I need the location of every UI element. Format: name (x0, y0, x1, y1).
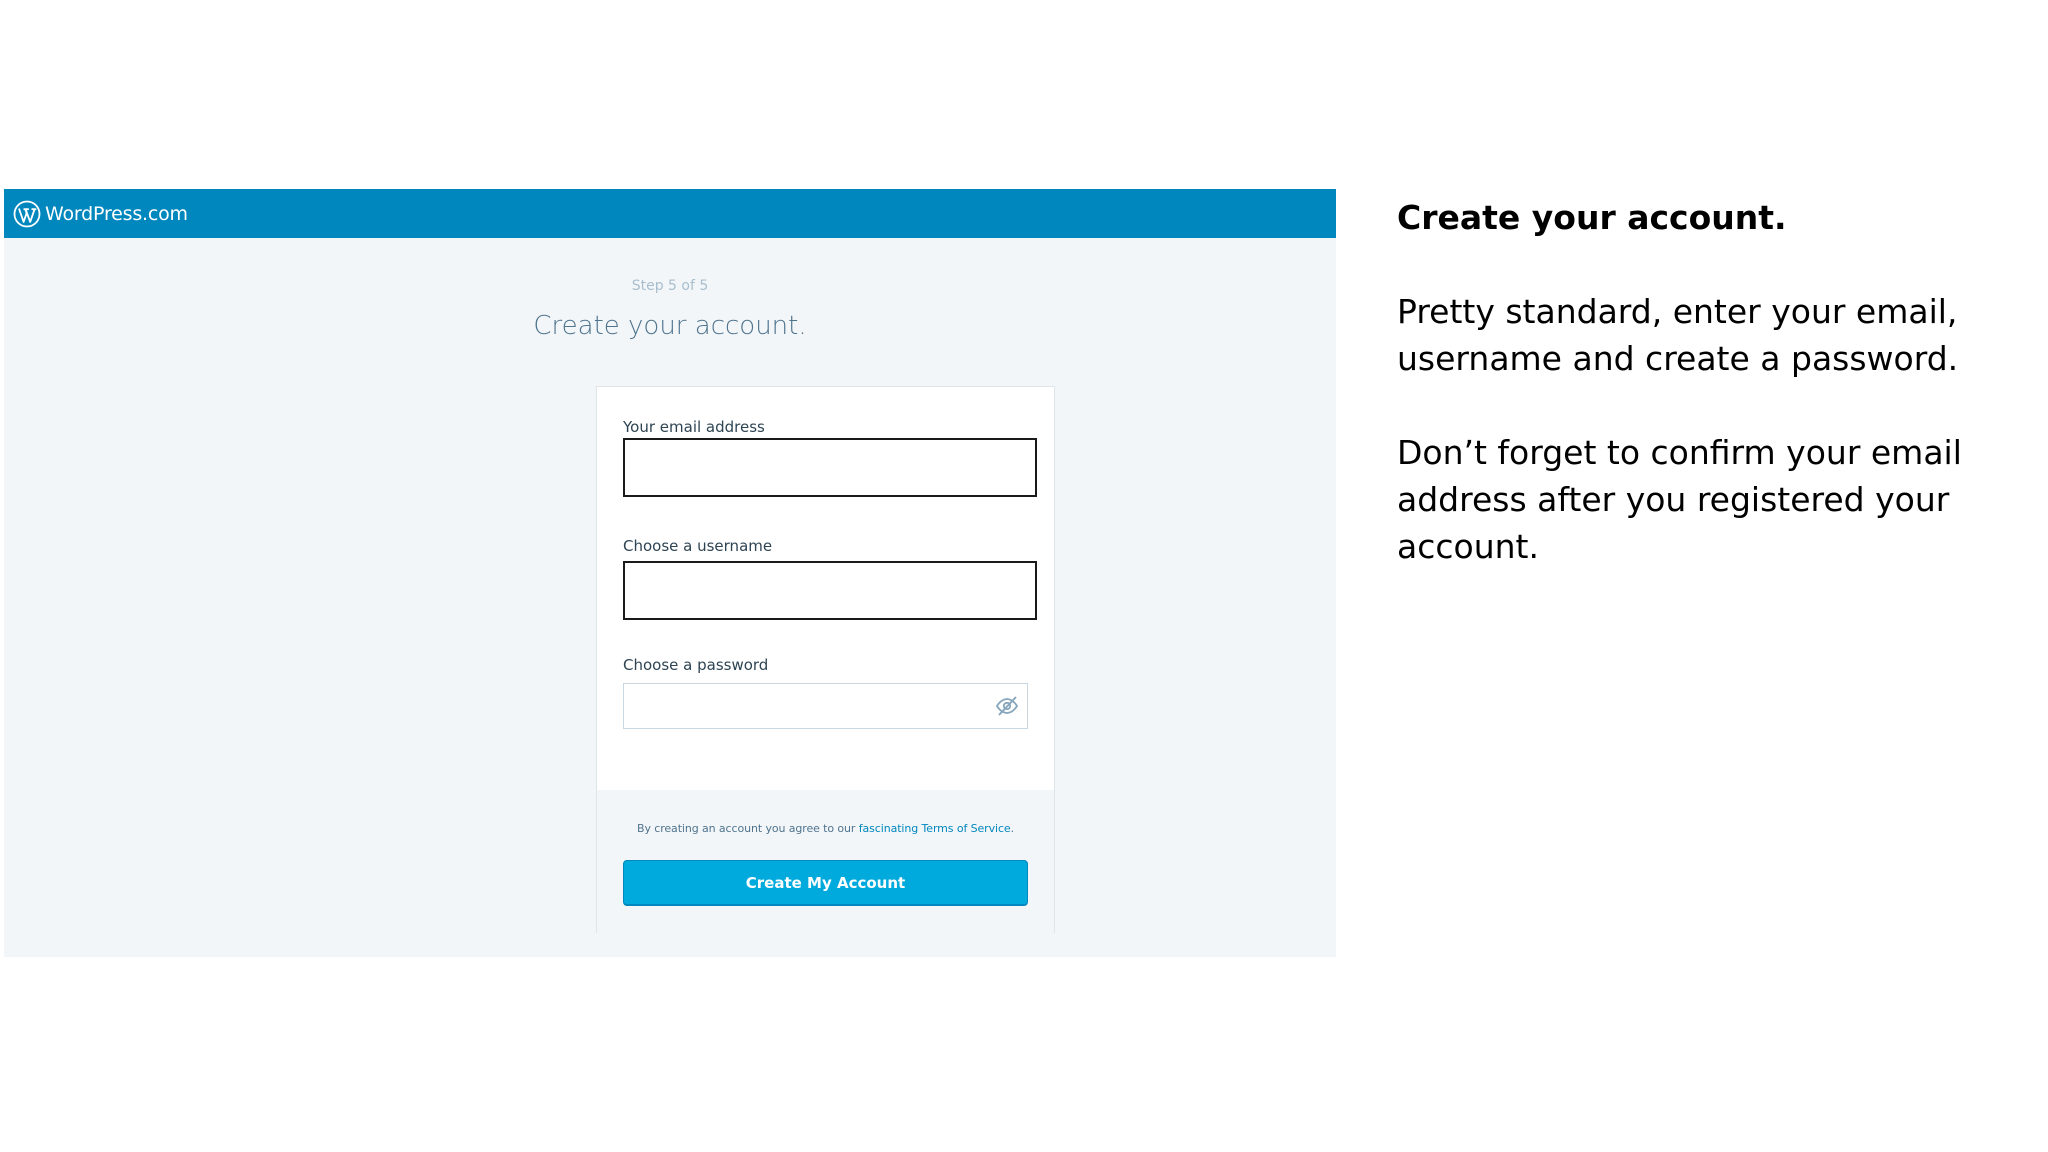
password-label: Choose a password (623, 656, 769, 674)
password-field[interactable] (624, 684, 1027, 728)
brand-name[interactable]: WordPress.com (45, 203, 188, 225)
username-label: Choose a username (623, 537, 773, 555)
email-field-wrapper (623, 438, 1037, 497)
eye-slash-icon[interactable] (995, 695, 1019, 717)
username-field-wrapper (623, 561, 1037, 620)
terms-suffix: . (1010, 822, 1015, 835)
wordpress-logo-icon[interactable] (13, 200, 41, 228)
slide-notes: Create your account. Pretty standard, en… (1397, 194, 2017, 617)
notes-paragraph-2: Don’t forget to confirm your email addre… (1397, 433, 1962, 566)
page-title: Create your account. (533, 311, 807, 341)
form-footer: By creating an account you agree to our … (597, 790, 1054, 933)
create-account-button[interactable]: Create My Account (623, 860, 1028, 906)
terms-of-service-link[interactable]: fascinating Terms of Service (859, 822, 1011, 835)
terms-notice: By creating an account you agree to our … (597, 822, 1054, 835)
password-field-wrapper (623, 683, 1028, 729)
masterbar: WordPress.com (4, 189, 1336, 238)
slide: WordPress.com Step 5 of 5 Create your ac… (0, 0, 2048, 1152)
email-field[interactable] (625, 440, 1035, 495)
signup-screenshot: WordPress.com Step 5 of 5 Create your ac… (4, 189, 1336, 957)
username-field[interactable] (625, 563, 1035, 618)
terms-prefix: By creating an account you agree to our (637, 822, 859, 835)
notes-title: Create your account. (1397, 198, 1787, 237)
email-label: Your email address (623, 418, 765, 436)
step-indicator: Step 5 of 5 (631, 278, 709, 294)
signup-form-card: Your email address Choose a username Cho… (596, 386, 1055, 933)
notes-paragraph-1: Pretty standard, enter your email, usern… (1397, 292, 1959, 378)
